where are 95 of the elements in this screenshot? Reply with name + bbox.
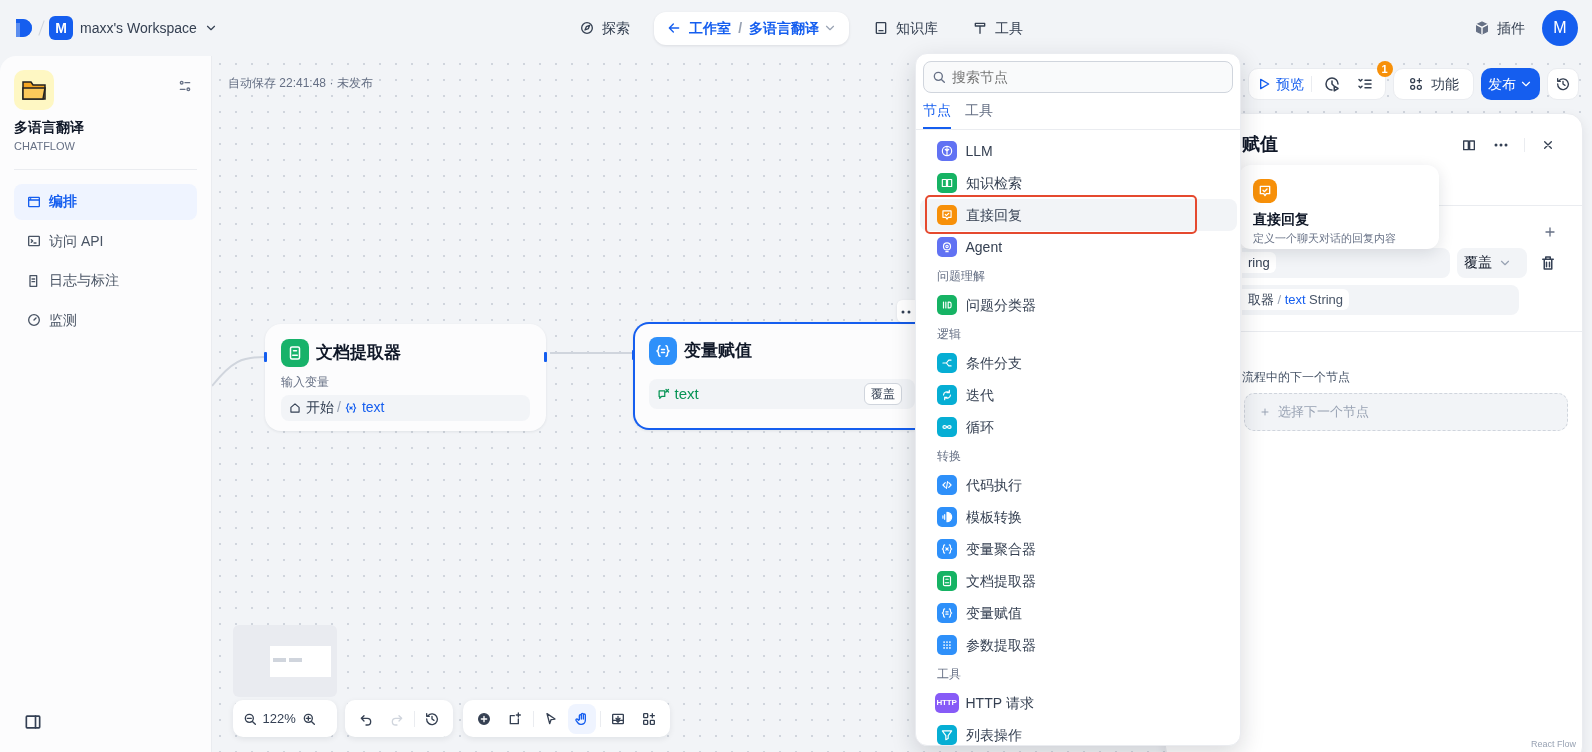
clock-play-icon <box>1322 75 1341 93</box>
note-icon <box>507 710 524 727</box>
menu-item[interactable]: 文档提取器 <box>919 565 1237 597</box>
workflow-node[interactable]: 文档提取器 输入变量 开始 / text <box>265 324 546 431</box>
folder-icon <box>21 79 47 101</box>
version-history-button[interactable] <box>1547 68 1579 100</box>
node-title: 文档提取器 <box>316 342 401 365</box>
tooltip-description: 定义一个聊天对话的回复内容 <box>1253 230 1397 246</box>
sidebar-item[interactable]: 编排 <box>14 183 197 220</box>
workflow-node[interactable]: 变量赋值 text 覆盖 <box>633 322 915 430</box>
source-label: 开始 <box>305 398 334 417</box>
variable-name: text <box>1284 290 1306 309</box>
menu-item[interactable]: 迭代 <box>919 379 1237 411</box>
http-badge: HTTP <box>934 693 959 713</box>
variable-icon <box>344 400 359 415</box>
menu-item[interactable]: 模板转换 <box>919 501 1237 533</box>
tooltip-title: 直接回复 <box>1253 209 1310 229</box>
workspace-avatar: M <box>49 16 73 40</box>
more-icon <box>901 309 911 314</box>
minimap-viewport-icon <box>270 646 331 677</box>
variable-type: ring <box>1242 251 1276 274</box>
section-heading: 工具 <box>935 666 962 683</box>
more-icon <box>1494 142 1508 147</box>
app-switcher[interactable]: 多语言翻译 <box>749 17 837 39</box>
variable-name: text <box>361 398 385 417</box>
hand-button[interactable] <box>568 703 597 734</box>
variable-type: String <box>1309 290 1344 309</box>
search-field[interactable]: 搜索节点 <box>923 61 1233 93</box>
field-label: 输入变量 <box>281 374 330 391</box>
sidebar-item[interactable]: 日志与标注 <box>14 262 197 299</box>
workspace-selector[interactable]: M maxx's Workspace <box>49 16 218 40</box>
menu-item[interactable]: HTTP HTTP 请求 <box>919 687 1237 719</box>
panel-title: 赋值 <box>1242 133 1278 156</box>
search-icon <box>931 69 947 85</box>
menu-item[interactable]: Agent <box>919 231 1237 263</box>
menu-item[interactable]: 循环 <box>919 411 1237 443</box>
menu-item[interactable]: 参数提取器 <box>919 629 1237 661</box>
app-name: 多语言翻译 <box>14 118 85 137</box>
menu-tab[interactable]: 工具 <box>965 100 993 129</box>
target-variable-field[interactable]: ring <box>1242 247 1450 278</box>
sidebar-item[interactable]: 访问 API <box>14 223 197 259</box>
node-title: 变量赋值 <box>684 340 752 363</box>
logo-icon[interactable] <box>14 17 34 39</box>
connector-line <box>212 356 266 387</box>
nav-link[interactable]: 知识库 <box>862 11 948 45</box>
menu-item[interactable]: 变量赋值 <box>919 597 1237 629</box>
chat-icon <box>1253 179 1277 203</box>
breadcrumb-separator: / <box>738 18 743 38</box>
port-handle[interactable] <box>264 352 267 362</box>
notification-badge: 1 <box>1376 61 1393 77</box>
menu-tab[interactable]: 节点 <box>923 100 951 129</box>
menu-item[interactable]: 变量聚合器 <box>919 533 1237 565</box>
path-separator: / <box>337 398 341 417</box>
section-heading: 转换 <box>935 448 962 465</box>
mode-select[interactable]: 覆盖 <box>1457 247 1527 278</box>
port-handle[interactable] <box>632 350 635 360</box>
studio-link[interactable]: 工作室 <box>666 17 732 39</box>
panel-icon <box>23 712 43 732</box>
variable-name: text <box>674 383 699 404</box>
terminal-icon <box>26 233 42 249</box>
next-step-hint: 流程中的下一个节点 <box>1242 368 1351 386</box>
user-avatar[interactable]: M <box>1542 10 1578 46</box>
gauge-icon <box>26 312 42 328</box>
source-label: 取器 <box>1248 290 1274 309</box>
path-separator: / <box>1277 290 1282 309</box>
app-type: CHATFLOW <box>14 139 76 154</box>
publish-button[interactable]: 发布 <box>1480 68 1540 100</box>
nav-link[interactable]: 工具 <box>961 11 1033 45</box>
features-icon <box>1407 76 1424 92</box>
add-icon <box>475 710 492 727</box>
nav-link[interactable]: 探索 <box>569 11 641 45</box>
history-icon <box>424 710 441 727</box>
cube-icon <box>1474 20 1490 36</box>
mode-tag: 覆盖 <box>864 383 902 405</box>
menu-item[interactable]: LLM <box>919 135 1237 167</box>
plugins-link[interactable]: 插件 <box>1464 11 1535 45</box>
home-icon <box>288 400 302 415</box>
compass-icon <box>579 20 596 36</box>
trash-icon <box>1539 253 1557 272</box>
section-heading: 逻辑 <box>935 326 962 343</box>
history-icon <box>1555 76 1571 92</box>
features-button[interactable]: 功能 <box>1392 68 1474 100</box>
menu-item[interactable]: 知识检索 <box>919 167 1237 199</box>
zoom-level[interactable]: 122% <box>262 708 296 729</box>
variable-edit-icon <box>656 386 671 402</box>
autosave-status: 自动保存 22:41:48 · 未发布 <box>228 75 373 92</box>
menu-item[interactable]: 条件分支 <box>919 347 1237 379</box>
section-heading: 问题理解 <box>935 268 986 285</box>
source-variable-field[interactable]: 取器 / text String <box>1242 284 1519 315</box>
menu-item[interactable]: 代码执行 <box>919 469 1237 501</box>
menu-item[interactable]: 列表操作 <box>919 719 1237 751</box>
port-handle[interactable] <box>544 352 547 362</box>
layout-icon <box>641 710 658 727</box>
menu-item[interactable]: 问题分类器 <box>919 289 1237 321</box>
sidebar-item[interactable]: 监测 <box>14 302 197 338</box>
